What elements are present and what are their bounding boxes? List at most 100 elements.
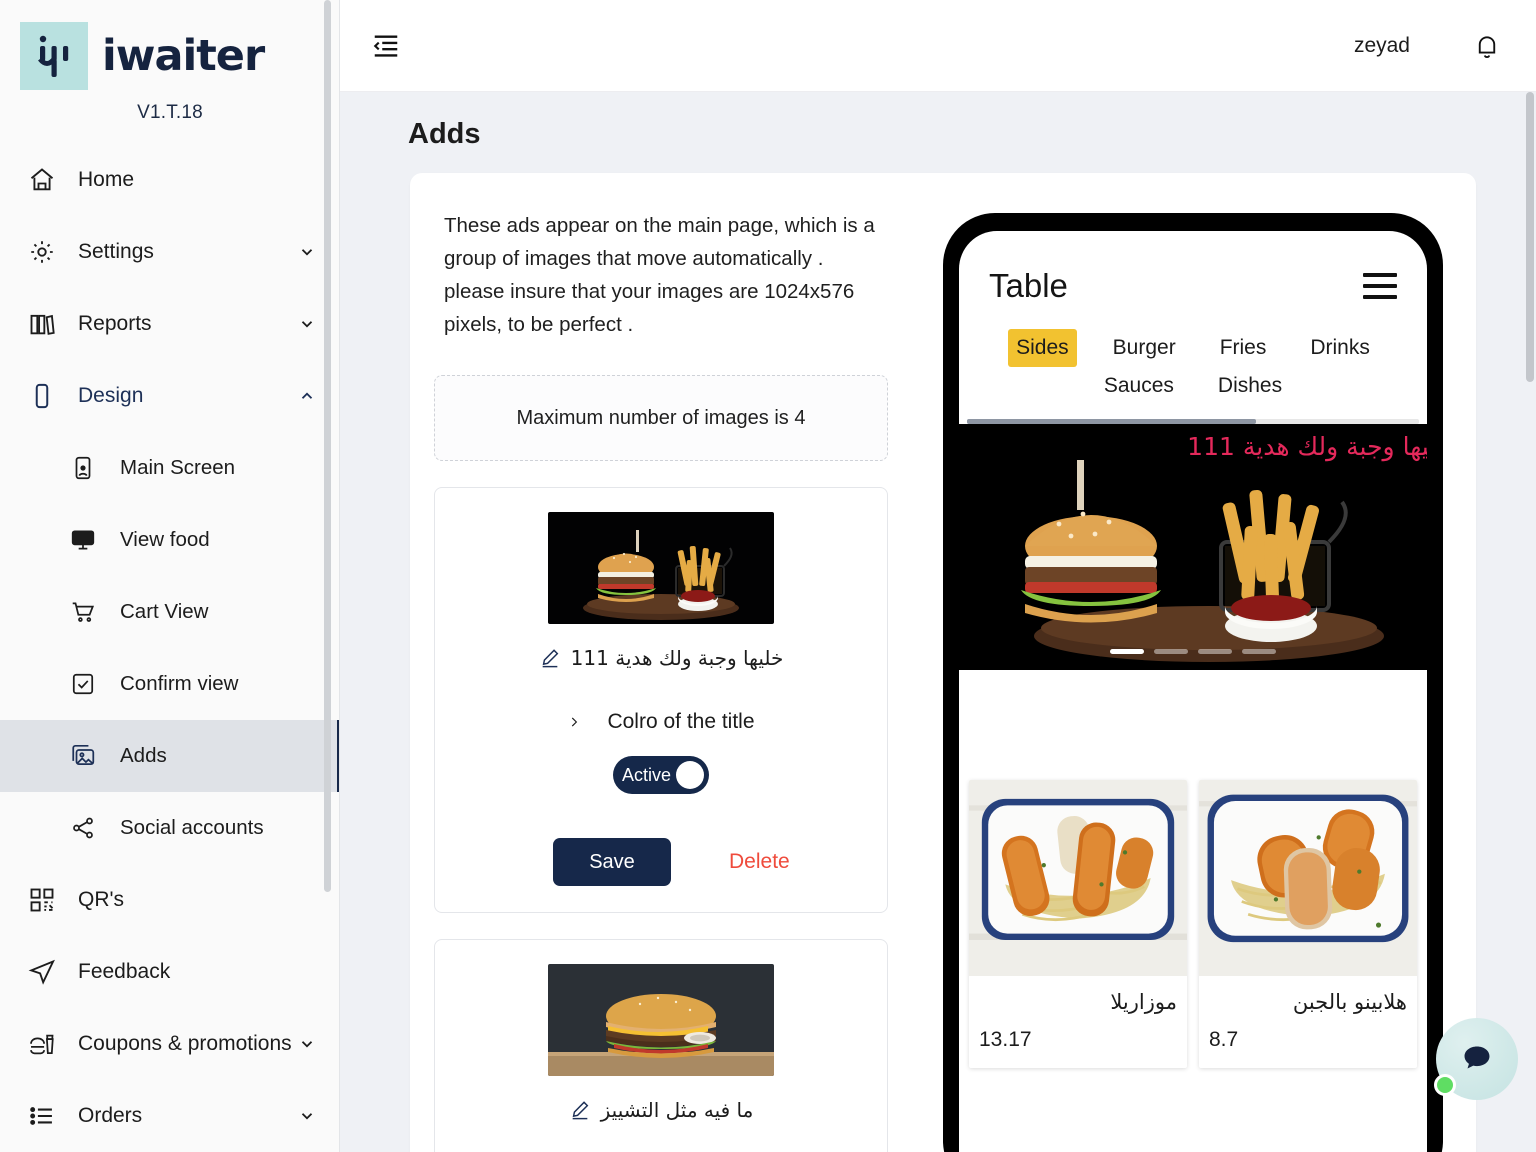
hamburger-bar bbox=[1363, 273, 1397, 277]
food-card[interactable]: هلابينو بالجبن 8.7 bbox=[1199, 780, 1417, 1068]
page-scrollbar-thumb[interactable] bbox=[1526, 92, 1534, 382]
sidebar-item-qrs[interactable]: QR's bbox=[0, 864, 339, 936]
sidebar-item-feedback[interactable]: Feedback bbox=[0, 936, 339, 1008]
sidebar-item-settings[interactable]: Settings bbox=[0, 216, 339, 288]
delete-button[interactable]: Delete bbox=[729, 850, 790, 874]
home-icon bbox=[28, 165, 62, 195]
food-image bbox=[1199, 780, 1417, 983]
ad-title-row: ما فيه مثل التشييز bbox=[455, 1098, 867, 1122]
sidebar-item-label: Feedback bbox=[78, 960, 171, 983]
sidebar-item-confirm-view[interactable]: Confirm view bbox=[0, 648, 339, 720]
design-submenu: Main Screen View food Cart View Confirm … bbox=[0, 432, 339, 864]
phone-icon bbox=[28, 381, 62, 411]
carousel-dot[interactable] bbox=[1110, 649, 1144, 654]
carousel-dot[interactable] bbox=[1154, 649, 1188, 654]
chat-widget-button[interactable] bbox=[1434, 1018, 1518, 1100]
ad-thumbnail[interactable] bbox=[548, 964, 774, 1076]
sidebar-item-orders[interactable]: Orders bbox=[0, 1080, 339, 1152]
cart-icon bbox=[70, 597, 104, 627]
tab-sauces[interactable]: Sauces bbox=[1096, 367, 1182, 405]
sidebar-item-label: Reports bbox=[78, 312, 152, 335]
sidebar-nav: Home Settings Reports Design Main Screen… bbox=[0, 144, 339, 1152]
carousel-dot[interactable] bbox=[1242, 649, 1276, 654]
image-icon bbox=[70, 741, 104, 771]
main-area: zeyad Adds These ads appear on the main … bbox=[340, 0, 1536, 1152]
carousel-indicators bbox=[959, 649, 1427, 654]
chevron-down-icon[interactable] bbox=[298, 315, 316, 333]
preview-column: Table Sides Burger Fries Drinks Sauces D… bbox=[910, 199, 1476, 1152]
sidebar-item-label: Main Screen bbox=[120, 456, 236, 479]
hamburger-bar bbox=[1363, 284, 1397, 288]
hamburger-bar bbox=[1363, 295, 1397, 299]
carousel-dot[interactable] bbox=[1198, 649, 1232, 654]
ad-card: خليها وجبة ولك هدية 111 Colro of the tit… bbox=[434, 487, 888, 913]
brand-logo[interactable]: iwaiter bbox=[0, 0, 339, 90]
ad-thumbnail[interactable] bbox=[548, 512, 774, 624]
reports-icon bbox=[28, 309, 62, 339]
preview-ad-banner[interactable]: خليها وجبة ولك هدية 111 bbox=[959, 424, 1427, 670]
adds-intro-text: These ads appear on the main page, which… bbox=[444, 214, 875, 336]
phone-screen: Table Sides Burger Fries Drinks Sauces D… bbox=[959, 231, 1427, 1152]
ad-title-row: خليها وجبة ولك هدية 111 bbox=[455, 646, 867, 670]
pencil-icon[interactable] bbox=[569, 1099, 591, 1121]
pencil-icon[interactable] bbox=[539, 647, 561, 669]
food-image bbox=[969, 780, 1187, 983]
gear-icon bbox=[28, 237, 62, 267]
food-price: 13.17 bbox=[979, 1028, 1032, 1051]
sidebar-item-cart-view[interactable]: Cart View bbox=[0, 576, 339, 648]
content-scroll: Adds These ads appear on the main page, … bbox=[340, 92, 1536, 1152]
page-title: Adds bbox=[408, 118, 481, 150]
app-version: V1.T.18 bbox=[137, 102, 203, 123]
save-button[interactable]: Save bbox=[553, 838, 671, 886]
tab-burger[interactable]: Burger bbox=[1105, 329, 1184, 367]
sidebar-item-label: Settings bbox=[78, 240, 154, 263]
chevron-right-icon bbox=[567, 712, 581, 732]
chevron-down-icon[interactable] bbox=[298, 243, 316, 261]
sidebar-scrollbar-thumb[interactable] bbox=[324, 0, 331, 892]
sidebar-item-social-accounts[interactable]: Social accounts bbox=[0, 792, 339, 864]
tab-sides[interactable]: Sides bbox=[1008, 329, 1077, 367]
chat-online-status-dot bbox=[1434, 1074, 1456, 1096]
iwaiter-mark-icon bbox=[20, 22, 88, 90]
sidebar-item-main-screen[interactable]: Main Screen bbox=[0, 432, 339, 504]
sidebar-item-design[interactable]: Design bbox=[0, 360, 339, 432]
page-scrollbar-track[interactable] bbox=[1526, 92, 1534, 1152]
sidebar-scrollbar-track[interactable] bbox=[324, 0, 335, 1152]
topbar-right: zeyad bbox=[1354, 30, 1502, 62]
hamburger-icon[interactable] bbox=[1363, 273, 1397, 299]
send-icon bbox=[28, 957, 62, 987]
preview-category-tabs: Sides Burger Fries Drinks Sauces Dishes bbox=[959, 305, 1427, 405]
ad-card: ما فيه مثل التشييز Colro of t bbox=[434, 939, 888, 1152]
ad-title: ما فيه مثل التشييز bbox=[600, 1098, 754, 1122]
bell-icon[interactable] bbox=[1472, 30, 1502, 62]
chevron-up-icon[interactable] bbox=[298, 387, 316, 405]
username-label[interactable]: zeyad bbox=[1354, 34, 1410, 58]
list-icon bbox=[28, 1101, 62, 1131]
toggle-knob bbox=[676, 761, 704, 789]
chevron-down-icon[interactable] bbox=[298, 1035, 316, 1053]
sidebar-item-adds[interactable]: Adds bbox=[0, 720, 339, 792]
food-card[interactable]: موزاريلا 13.17 bbox=[969, 780, 1187, 1068]
ad-actions: Save Delete bbox=[455, 838, 867, 886]
food-name: موزاريلا bbox=[1110, 990, 1177, 1014]
tab-dishes[interactable]: Dishes bbox=[1210, 367, 1290, 405]
tab-fries[interactable]: Fries bbox=[1212, 329, 1275, 367]
tab-drinks[interactable]: Drinks bbox=[1302, 329, 1378, 367]
max-images-notice: Maximum number of images is 4 bbox=[434, 375, 888, 461]
sidebar-item-label: Confirm view bbox=[120, 672, 239, 695]
sidebar-item-label: View food bbox=[120, 528, 210, 551]
ad-active-toggle[interactable]: Active bbox=[613, 756, 709, 794]
sidebar-item-view-food[interactable]: View food bbox=[0, 504, 339, 576]
sidebar-item-home[interactable]: Home bbox=[0, 144, 339, 216]
sidebar: iwaiter V1.T.18 Home Settings Reports De… bbox=[0, 0, 340, 1152]
sidebar-item-label: Cart View bbox=[120, 600, 209, 623]
sidebar-item-reports[interactable]: Reports bbox=[0, 288, 339, 360]
collapse-sidebar-icon[interactable] bbox=[370, 29, 404, 63]
sidebar-item-coupons-promotions[interactable]: Coupons & promotions bbox=[0, 1008, 339, 1080]
preview-food-grid: موزاريلا 13.17 هلابينو بالجبن 8.7 bbox=[959, 670, 1427, 1068]
monitor-icon bbox=[70, 525, 104, 555]
chevron-down-icon[interactable] bbox=[298, 1107, 316, 1125]
burger-meal-icon bbox=[28, 1029, 62, 1059]
sidebar-scroll-area: iwaiter V1.T.18 Home Settings Reports De… bbox=[0, 0, 339, 1152]
ad-color-expander[interactable]: Colro of the title bbox=[455, 710, 867, 734]
